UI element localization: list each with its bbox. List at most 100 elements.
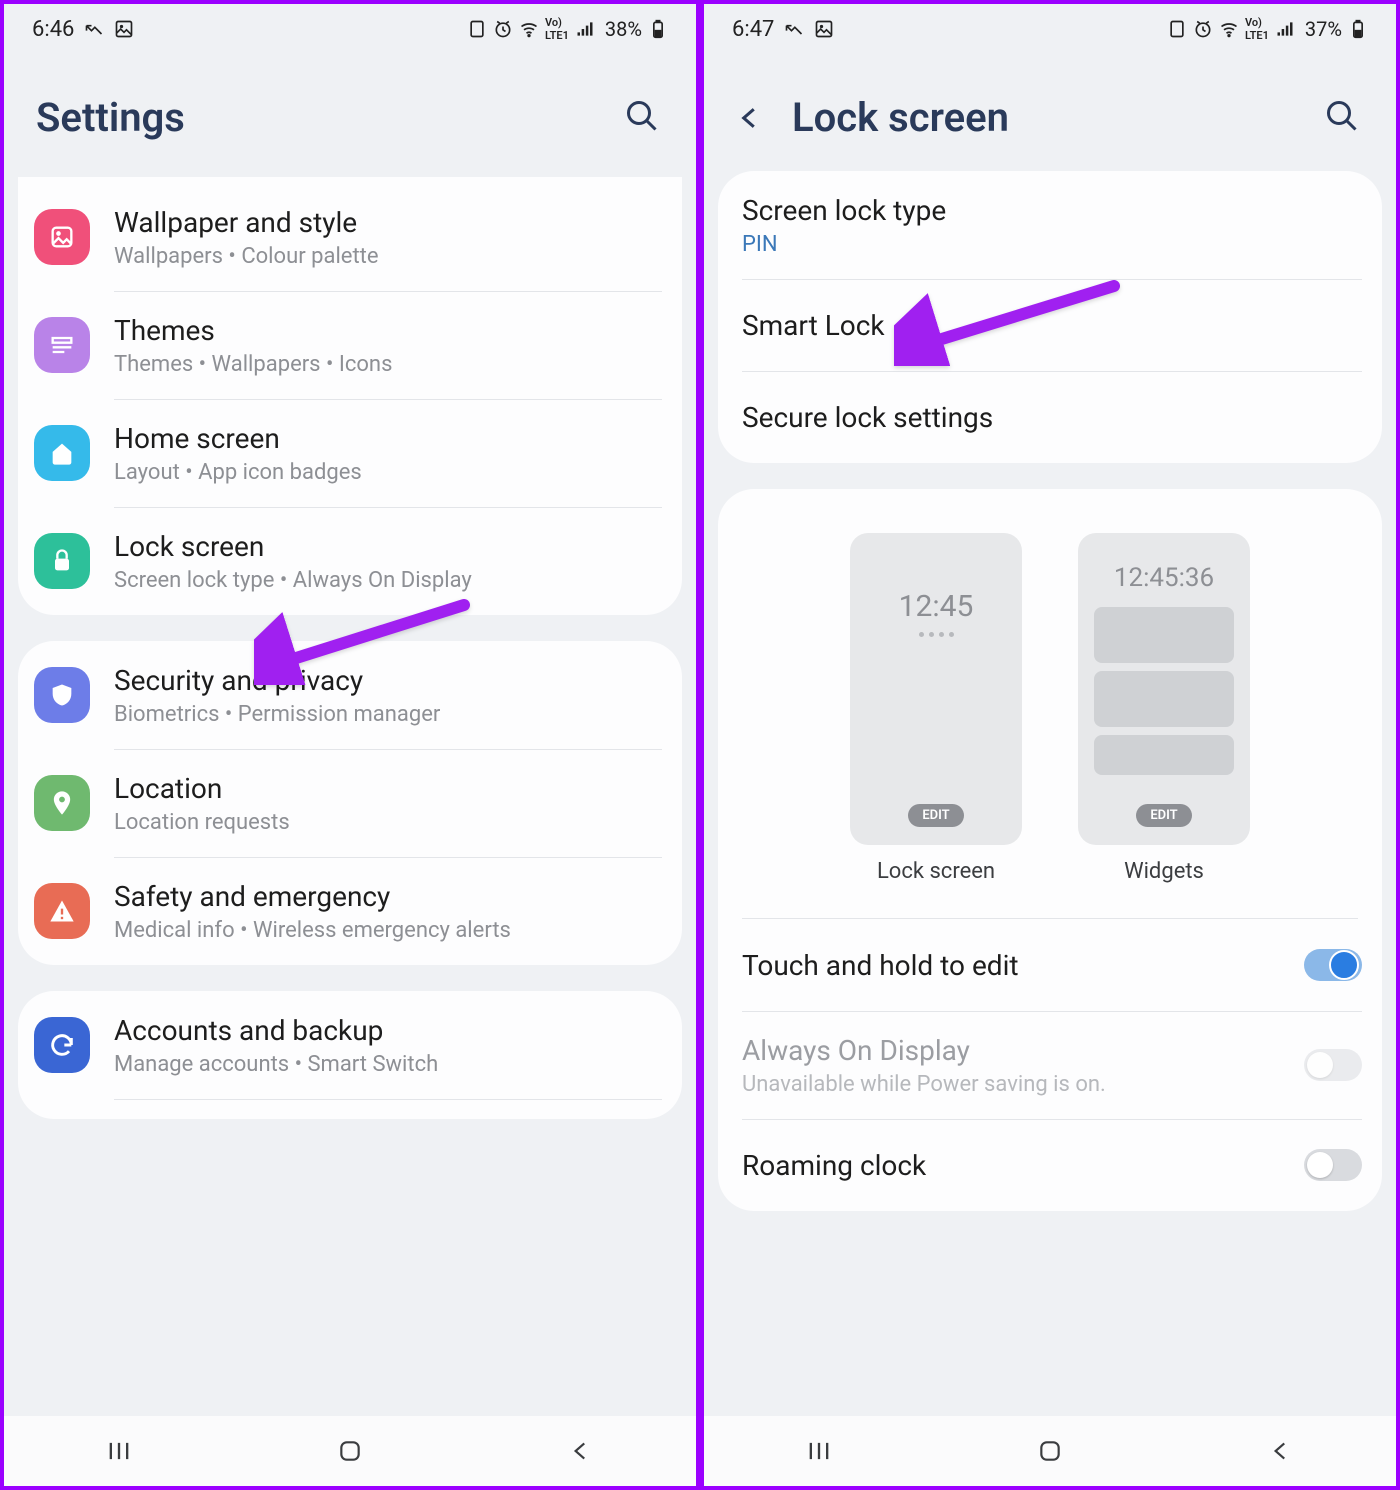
preview-widgets[interactable]: 12:45:36 EDIT Widgets bbox=[1078, 533, 1250, 884]
row-title: Secure lock settings bbox=[742, 400, 1362, 435]
row-title: Home screen bbox=[114, 421, 662, 456]
status-bar: 6:47 Vo)LTE1 37% bbox=[704, 4, 1396, 54]
row-subtitle: Manage accounts • Smart Switch bbox=[114, 1052, 662, 1077]
row-subtitle: PIN bbox=[742, 232, 1362, 257]
row-title: Roaming clock bbox=[742, 1148, 1304, 1183]
nav-recents-button[interactable] bbox=[799, 1431, 839, 1471]
row-title: Smart Lock bbox=[742, 308, 1362, 343]
row-title: Lock screen bbox=[114, 529, 662, 564]
widget-placeholder bbox=[1094, 607, 1234, 663]
image-icon bbox=[814, 19, 834, 39]
settings-group: 12:45 EDIT Lock screen 12:45:36 EDIT Wid… bbox=[718, 489, 1382, 1211]
lock-icon bbox=[34, 533, 90, 589]
row-title: Security and privacy bbox=[114, 663, 662, 698]
row-roaming-clock[interactable]: Roaming clock bbox=[718, 1119, 1382, 1211]
battery-percentage: 37% bbox=[1305, 17, 1342, 41]
signal-icon bbox=[1275, 19, 1295, 39]
nav-bar bbox=[704, 1416, 1396, 1486]
nfc-icon bbox=[467, 19, 487, 39]
image-icon bbox=[114, 19, 134, 39]
settings-row-accounts[interactable]: Accounts and backup Manage accounts • Sm… bbox=[18, 991, 682, 1099]
row-title: Accounts and backup bbox=[114, 1013, 662, 1048]
row-title: Location bbox=[114, 771, 662, 806]
row-screen-lock-type[interactable]: Screen lock type PIN bbox=[718, 171, 1382, 279]
preview-time: 12:45 bbox=[899, 589, 974, 624]
preview-dots bbox=[919, 632, 954, 637]
row-subtitle: Themes • Wallpapers • Icons bbox=[114, 352, 662, 377]
status-time: 6:46 bbox=[32, 17, 74, 42]
row-always-on-display: Always On Display Unavailable while Powe… bbox=[718, 1011, 1382, 1119]
row-subtitle: Biometrics • Permission manager bbox=[114, 702, 662, 727]
row-secure-lock-settings[interactable]: Secure lock settings bbox=[718, 371, 1382, 463]
settings-group: Screen lock type PIN Smart Lock Secure l… bbox=[718, 171, 1382, 463]
nav-home-button[interactable] bbox=[330, 1431, 370, 1471]
widget-placeholder bbox=[1094, 671, 1234, 727]
toggle-switch bbox=[1304, 1049, 1362, 1081]
signal-icon bbox=[575, 19, 595, 39]
row-title: Themes bbox=[114, 313, 662, 348]
location-icon bbox=[34, 775, 90, 831]
row-subtitle: Layout • App icon badges bbox=[114, 460, 662, 485]
alarm-icon bbox=[493, 19, 513, 39]
settings-row-themes[interactable]: Themes Themes • Wallpapers • Icons bbox=[18, 291, 682, 399]
battery-icon bbox=[648, 19, 668, 39]
preview-label: Lock screen bbox=[877, 859, 995, 884]
settings-row-safety[interactable]: Safety and emergency Medical info • Wire… bbox=[18, 857, 682, 965]
themes-icon bbox=[34, 317, 90, 373]
preview-lock-screen[interactable]: 12:45 EDIT Lock screen bbox=[850, 533, 1022, 884]
row-touch-hold-edit[interactable]: Touch and hold to edit bbox=[718, 919, 1382, 1011]
row-title: Safety and emergency bbox=[114, 879, 662, 914]
nav-home-button[interactable] bbox=[1030, 1431, 1070, 1471]
nav-recents-button[interactable] bbox=[99, 1431, 139, 1471]
alert-icon bbox=[34, 883, 90, 939]
missed-call-icon bbox=[84, 19, 104, 39]
row-title: Always On Display bbox=[742, 1033, 1304, 1068]
row-title: Wallpaper and style bbox=[114, 205, 662, 240]
preview-label: Widgets bbox=[1124, 859, 1204, 884]
lock-screen-list[interactable]: Screen lock type PIN Smart Lock Secure l… bbox=[704, 171, 1396, 1486]
shield-icon bbox=[34, 667, 90, 723]
nav-back-button[interactable] bbox=[1261, 1431, 1301, 1471]
nav-back-button[interactable] bbox=[561, 1431, 601, 1471]
page-header: Lock screen bbox=[704, 54, 1396, 171]
edit-badge[interactable]: EDIT bbox=[908, 804, 963, 827]
phone-right: 6:47 Vo)LTE1 37% Lock screen Screen lock bbox=[696, 4, 1396, 1486]
battery-percentage: 38% bbox=[605, 17, 642, 41]
row-smart-lock[interactable]: Smart Lock bbox=[718, 279, 1382, 371]
settings-group: Security and privacy Biometrics • Permis… bbox=[18, 641, 682, 965]
row-subtitle: Wallpapers • Colour palette bbox=[114, 244, 662, 269]
sync-icon bbox=[34, 1017, 90, 1073]
volte-icon: Vo)LTE1 bbox=[545, 16, 569, 42]
settings-row-location[interactable]: Location Location requests bbox=[18, 749, 682, 857]
alarm-icon bbox=[1193, 19, 1213, 39]
settings-row-wallpaper[interactable]: Wallpaper and style Wallpapers • Colour … bbox=[18, 183, 682, 291]
row-title: Touch and hold to edit bbox=[742, 948, 1304, 983]
row-subtitle: Location requests bbox=[114, 810, 662, 835]
phone-left: 6:46 Vo)LTE1 38% Settings bbox=[4, 4, 696, 1486]
preview-time: 12:45:36 bbox=[1114, 563, 1214, 593]
settings-row-home-screen[interactable]: Home screen Layout • App icon badges bbox=[18, 399, 682, 507]
home-icon bbox=[34, 425, 90, 481]
toggle-switch[interactable] bbox=[1304, 949, 1362, 981]
settings-group: Wallpaper and style Wallpapers • Colour … bbox=[18, 177, 682, 615]
settings-group: Accounts and backup Manage accounts • Sm… bbox=[18, 991, 682, 1119]
status-bar: 6:46 Vo)LTE1 38% bbox=[4, 4, 696, 54]
nfc-icon bbox=[1167, 19, 1187, 39]
page-title: Settings bbox=[36, 94, 624, 141]
settings-row-lock-screen[interactable]: Lock screen Screen lock type • Always On… bbox=[18, 507, 682, 615]
search-button[interactable] bbox=[1324, 98, 1364, 138]
wallpaper-icon bbox=[34, 209, 90, 265]
back-button[interactable] bbox=[728, 96, 772, 140]
widget-placeholder bbox=[1094, 735, 1234, 775]
toggle-switch[interactable] bbox=[1304, 1149, 1362, 1181]
volte-icon: Vo)LTE1 bbox=[1245, 16, 1269, 42]
row-subtitle: Medical info • Wireless emergency alerts bbox=[114, 918, 662, 943]
edit-badge[interactable]: EDIT bbox=[1136, 804, 1191, 827]
search-button[interactable] bbox=[624, 98, 664, 138]
page-header: Settings bbox=[4, 54, 696, 177]
row-subtitle: Unavailable while Power saving is on. bbox=[742, 1072, 1304, 1097]
settings-list[interactable]: Wallpaper and style Wallpapers • Colour … bbox=[4, 177, 696, 1486]
preview-row: 12:45 EDIT Lock screen 12:45:36 EDIT Wid… bbox=[718, 489, 1382, 908]
wifi-icon bbox=[519, 19, 539, 39]
settings-row-security[interactable]: Security and privacy Biometrics • Permis… bbox=[18, 641, 682, 749]
